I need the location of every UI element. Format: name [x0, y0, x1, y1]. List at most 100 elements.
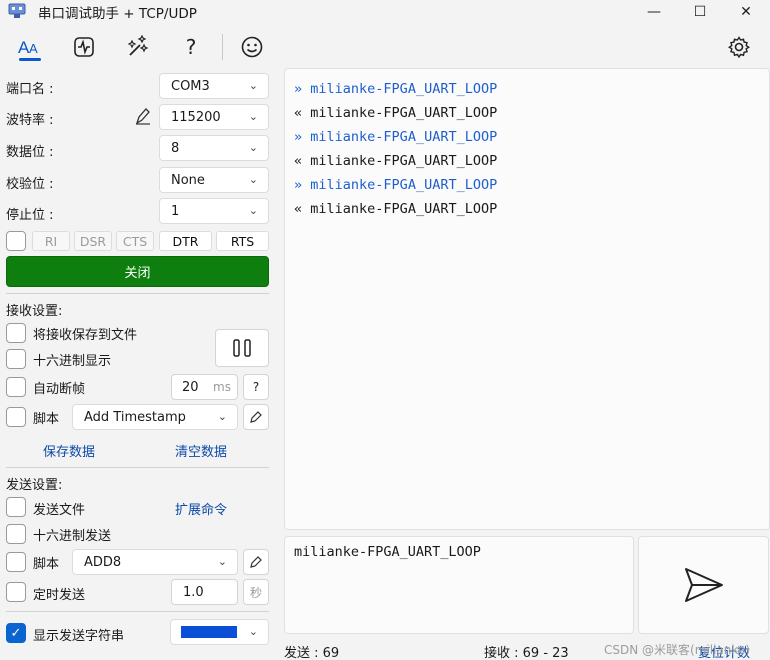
hex-display-label: 十六进制显示: [33, 354, 112, 369]
received-count: 接收 : 69 - 23: [484, 646, 569, 660]
databits-label: 数据位 :: [6, 145, 54, 160]
stopbits-label: 停止位 :: [6, 208, 54, 223]
receive-script-select[interactable]: Add Timestamp ⌄: [72, 404, 238, 430]
receive-settings-title: 接收设置:: [6, 304, 63, 319]
send-file-checkbox[interactable]: [6, 497, 26, 517]
signal-dsr: DSR: [74, 231, 112, 251]
active-tab-indicator: [19, 58, 41, 61]
send-script-value: ADD8: [84, 554, 122, 570]
port-value: COM3: [171, 78, 210, 94]
log-line: » milianke-FPGA_UART_LOOP: [294, 81, 498, 97]
databits-select[interactable]: 8 ⌄: [159, 135, 269, 161]
frame-timeout-unit: ms: [213, 380, 231, 394]
toolbar-divider: [222, 34, 223, 60]
auto-frame-checkbox[interactable]: [6, 377, 26, 397]
maximize-button[interactable]: ☐: [677, 0, 723, 24]
hex-send-checkbox[interactable]: [6, 524, 26, 544]
chevron-down-icon: ⌄: [217, 555, 227, 568]
signal-checkbox[interactable]: [6, 231, 26, 251]
hex-send-label: 十六进制发送: [33, 529, 112, 544]
timed-send-unit: 秒: [243, 579, 269, 605]
save-data-link[interactable]: 保存数据: [43, 441, 95, 460]
chevron-down-icon: ⌄: [248, 79, 258, 92]
log-line: « milianke-FPGA_UART_LOOP: [294, 105, 498, 121]
stopbits-select[interactable]: 1 ⌄: [159, 198, 269, 224]
receive-script-label: 脚本: [33, 412, 60, 427]
send-script-checkbox[interactable]: [6, 552, 26, 572]
app-icon: [8, 3, 26, 19]
port-select[interactable]: COM3 ⌄: [159, 73, 269, 99]
magic-icon[interactable]: [123, 32, 153, 62]
log-line: » milianke-FPGA_UART_LOOP: [294, 129, 498, 145]
parity-select[interactable]: None ⌄: [159, 167, 269, 193]
receive-script-checkbox[interactable]: [6, 407, 26, 427]
frame-timeout-input[interactable]: 20 ms: [171, 374, 238, 400]
window-title: 串口调试助手 + TCP/UDP: [38, 6, 197, 22]
chevron-down-icon: ⌄: [248, 173, 258, 186]
log-line: » milianke-FPGA_UART_LOOP: [294, 177, 498, 193]
chevron-down-icon: ⌄: [248, 110, 258, 123]
close-window-button[interactable]: ✕: [723, 0, 769, 24]
send-script-label: 脚本: [33, 557, 60, 572]
show-send-string-checkbox[interactable]: ✓: [6, 623, 26, 643]
baud-select[interactable]: 115200 ⌄: [159, 104, 269, 130]
pen-icon[interactable]: [134, 106, 152, 130]
pause-button[interactable]: [215, 329, 269, 367]
divider: [6, 293, 269, 294]
send-settings-title: 发送设置:: [6, 478, 63, 493]
svg-text:A: A: [29, 41, 38, 56]
clear-data-link[interactable]: 清空数据: [175, 441, 227, 460]
divider: [6, 467, 269, 468]
receive-script-value: Add Timestamp: [84, 409, 186, 425]
save-to-file-checkbox[interactable]: [6, 323, 26, 343]
signal-ri: RI: [32, 231, 70, 251]
extended-commands-link[interactable]: 扩展命令: [175, 499, 227, 518]
edit-icon: [250, 556, 262, 568]
port-label: 端口名 :: [6, 82, 54, 97]
divider: [6, 611, 269, 612]
send-script-select[interactable]: ADD8 ⌄: [72, 549, 238, 575]
smiley-icon[interactable]: [237, 32, 267, 62]
show-send-string-label: 显示发送字符串: [33, 629, 125, 644]
timed-send-interval-value: 1.0: [183, 584, 204, 600]
chevron-down-icon: ⌄: [248, 204, 258, 217]
baud-value: 115200: [171, 109, 221, 125]
signal-dtr-button[interactable]: DTR: [159, 231, 212, 251]
chevron-down-icon: ⌄: [248, 141, 258, 154]
send-file-label: 发送文件: [33, 503, 86, 518]
stopbits-value: 1: [171, 203, 180, 219]
baud-label: 波特率 :: [6, 113, 54, 128]
color-swatch: [181, 626, 237, 638]
frame-help-button[interactable]: ?: [243, 374, 269, 400]
auto-frame-label: 自动断帧: [33, 382, 86, 397]
edit-icon: [250, 411, 262, 423]
help-icon[interactable]: ?: [176, 32, 206, 62]
send-button[interactable]: [638, 536, 769, 634]
timed-send-checkbox[interactable]: [6, 582, 26, 602]
oscilloscope-icon[interactable]: [69, 32, 99, 62]
send-icon: [684, 568, 723, 602]
hex-display-checkbox[interactable]: [6, 349, 26, 369]
log-line: « milianke-FPGA_UART_LOOP: [294, 201, 498, 217]
timed-send-label: 定时发送: [33, 588, 86, 603]
databits-value: 8: [171, 140, 180, 156]
pause-icon: [233, 339, 251, 357]
parity-value: None: [171, 172, 205, 188]
edit-send-script-button[interactable]: [243, 549, 269, 575]
parity-label: 校验位 :: [6, 177, 54, 192]
signal-rts-button[interactable]: RTS: [216, 231, 269, 251]
save-to-file-label: 将接收保存到文件: [33, 328, 138, 343]
chevron-down-icon: ⌄: [217, 410, 227, 423]
send-color-picker[interactable]: ⌄: [170, 619, 269, 645]
settings-icon[interactable]: [724, 32, 754, 62]
edit-receive-script-button[interactable]: [243, 404, 269, 430]
close-port-button[interactable]: 关闭: [6, 256, 269, 287]
chevron-down-icon: ⌄: [248, 625, 258, 638]
watermark: CSDN @米联客(milianke): [604, 643, 750, 657]
minimize-button[interactable]: —: [631, 0, 677, 24]
signal-cts: CTS: [116, 231, 154, 251]
sent-count: 发送 : 69: [284, 646, 340, 660]
log-line: « milianke-FPGA_UART_LOOP: [294, 153, 498, 169]
timed-send-interval-input[interactable]: 1.0: [171, 579, 238, 605]
send-input-text: milianke-FPGA_UART_LOOP: [294, 544, 481, 560]
